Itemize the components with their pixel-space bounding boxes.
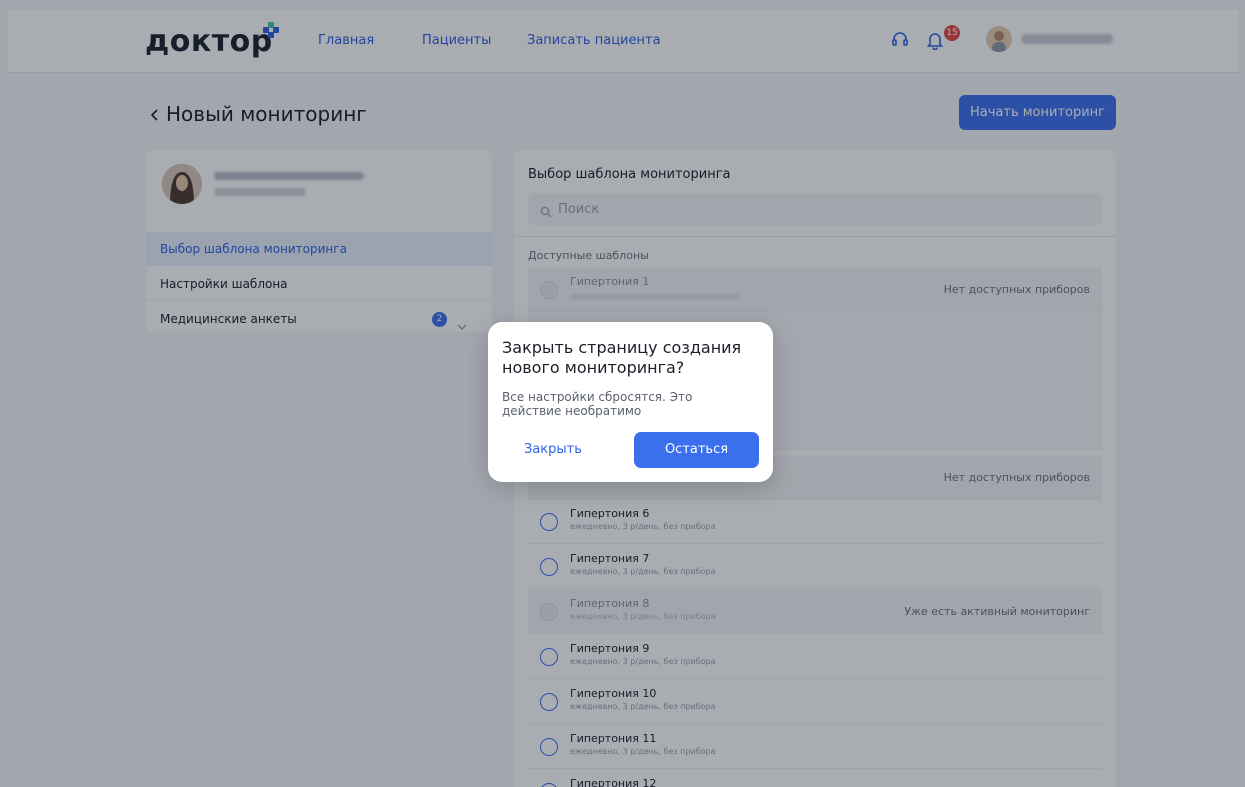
stay-button[interactable]: Остаться xyxy=(634,432,759,468)
confirm-close-dialog: Закрыть страницу создания нового монитор… xyxy=(488,322,773,482)
close-button[interactable]: Закрыть xyxy=(524,442,582,457)
dialog-title: Закрыть страницу создания нового монитор… xyxy=(502,338,742,377)
dialog-text: Все настройки сбросятся. Это действие не… xyxy=(502,390,693,418)
